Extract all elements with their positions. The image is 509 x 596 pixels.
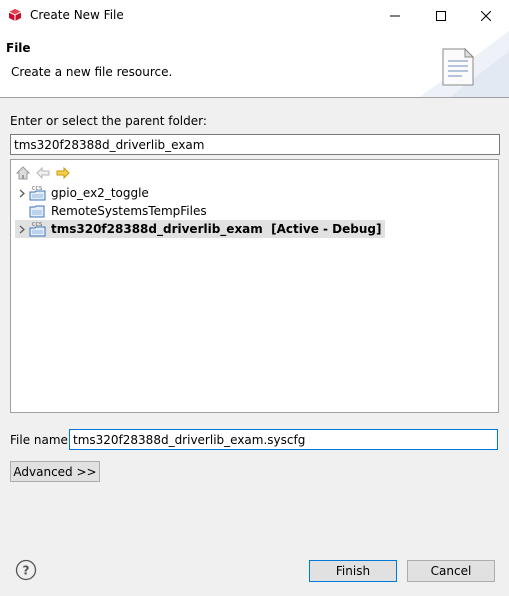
maximize-button[interactable] bbox=[418, 0, 464, 31]
tree-item-remote-systems-temp-files[interactable]: RemoteSystemsTempFiles bbox=[15, 202, 207, 220]
tree-item-label: RemoteSystemsTempFiles bbox=[51, 204, 207, 218]
forward-button[interactable] bbox=[55, 165, 71, 181]
back-arrow-icon bbox=[36, 167, 50, 179]
wizard-header: File Create a new file resource. bbox=[0, 31, 509, 98]
finish-button[interactable]: Finish bbox=[309, 560, 397, 582]
close-icon bbox=[481, 10, 491, 21]
page-title: File bbox=[6, 41, 31, 55]
parent-folder-label: Enter or select the parent folder: bbox=[10, 114, 207, 128]
expand-arrow-icon[interactable] bbox=[15, 184, 29, 202]
expand-arrow-icon[interactable] bbox=[15, 220, 29, 238]
window-title: Create New File bbox=[30, 8, 124, 22]
file-name-input[interactable] bbox=[69, 429, 498, 450]
tree-item-label: tms320f28388d_driverlib_exam [Active - D… bbox=[51, 222, 382, 236]
tree-toolbar bbox=[15, 164, 71, 182]
title-bar: Create New File bbox=[0, 0, 509, 32]
minimize-icon bbox=[390, 15, 400, 16]
tree-item-tms320f28388d-driverlib-exam[interactable]: CCS tms320f28388d_driverlib_exam [Active… bbox=[15, 220, 386, 238]
tree-item-gpio-ex2-toggle[interactable]: CCS gpio_ex2_toggle bbox=[15, 184, 149, 202]
parent-folder-input[interactable] bbox=[10, 134, 500, 155]
ccs-project-icon: CCS bbox=[29, 222, 46, 237]
back-button[interactable] bbox=[35, 165, 51, 181]
home-button[interactable] bbox=[15, 165, 31, 181]
home-icon bbox=[16, 166, 30, 180]
svg-text:?: ? bbox=[23, 564, 30, 578]
cancel-button[interactable]: Cancel bbox=[407, 560, 495, 582]
document-icon bbox=[442, 47, 475, 86]
ccs-project-icon: CCS bbox=[29, 186, 46, 201]
maximize-icon bbox=[436, 10, 446, 21]
red-cube-icon bbox=[8, 9, 22, 21]
tree-item-label: gpio_ex2_toggle bbox=[51, 186, 149, 200]
folder-project-icon bbox=[29, 205, 45, 218]
help-icon[interactable]: ? bbox=[15, 559, 37, 581]
minimize-button[interactable] bbox=[372, 0, 418, 31]
advanced-button[interactable]: Advanced >> bbox=[10, 461, 100, 482]
close-button[interactable] bbox=[463, 0, 509, 31]
header-decoration bbox=[420, 31, 509, 97]
file-name-label: File name: bbox=[10, 433, 72, 447]
page-description: Create a new file resource. bbox=[11, 65, 173, 79]
project-tree[interactable]: CCS gpio_ex2_toggle RemoteSystemsTempFil… bbox=[10, 159, 499, 413]
forward-arrow-icon bbox=[56, 167, 70, 179]
